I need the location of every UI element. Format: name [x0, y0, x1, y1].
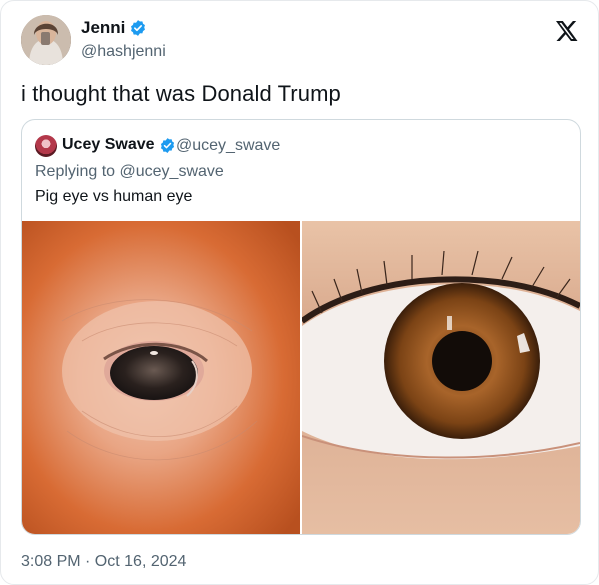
- tweet-timestamp[interactable]: 3:08 PM · Oct 16, 2024: [21, 553, 186, 571]
- verified-badge-icon: [160, 137, 174, 153]
- replying-to-prefix: Replying to: [35, 163, 120, 180]
- quoted-author-avatar[interactable]: [35, 135, 57, 157]
- author-name[interactable]: Jenni: [81, 18, 147, 38]
- author-name-text[interactable]: Jenni: [81, 18, 125, 38]
- quoted-tweet[interactable]: Ucey Swave @ucey_swave Replying to @ucey…: [21, 119, 581, 535]
- author-avatar[interactable]: [21, 15, 71, 65]
- author-handle[interactable]: @hashjenni: [81, 43, 166, 61]
- x-logo-icon[interactable]: [554, 19, 578, 43]
- verified-badge-icon: [131, 20, 146, 36]
- replying-to-line: Replying to @ucey_swave: [35, 163, 224, 181]
- quoted-author-handle[interactable]: @ucey_swave: [176, 137, 280, 155]
- quoted-author-name[interactable]: Ucey Swave: [62, 136, 176, 154]
- tweet-text: i thought that was Donald Trump: [21, 81, 341, 106]
- quoted-author-name-text[interactable]: Ucey Swave: [62, 136, 155, 154]
- tweet-card: Jenni @hashjenni i thought that was Dona…: [0, 0, 599, 585]
- replying-to-mention[interactable]: @ucey_swave: [120, 163, 224, 180]
- pig-eye-image[interactable]: [22, 221, 300, 534]
- quoted-media-grid: [22, 221, 580, 534]
- human-eye-image[interactable]: [302, 221, 580, 534]
- quoted-tweet-text: Pig eye vs human eye: [35, 188, 193, 205]
